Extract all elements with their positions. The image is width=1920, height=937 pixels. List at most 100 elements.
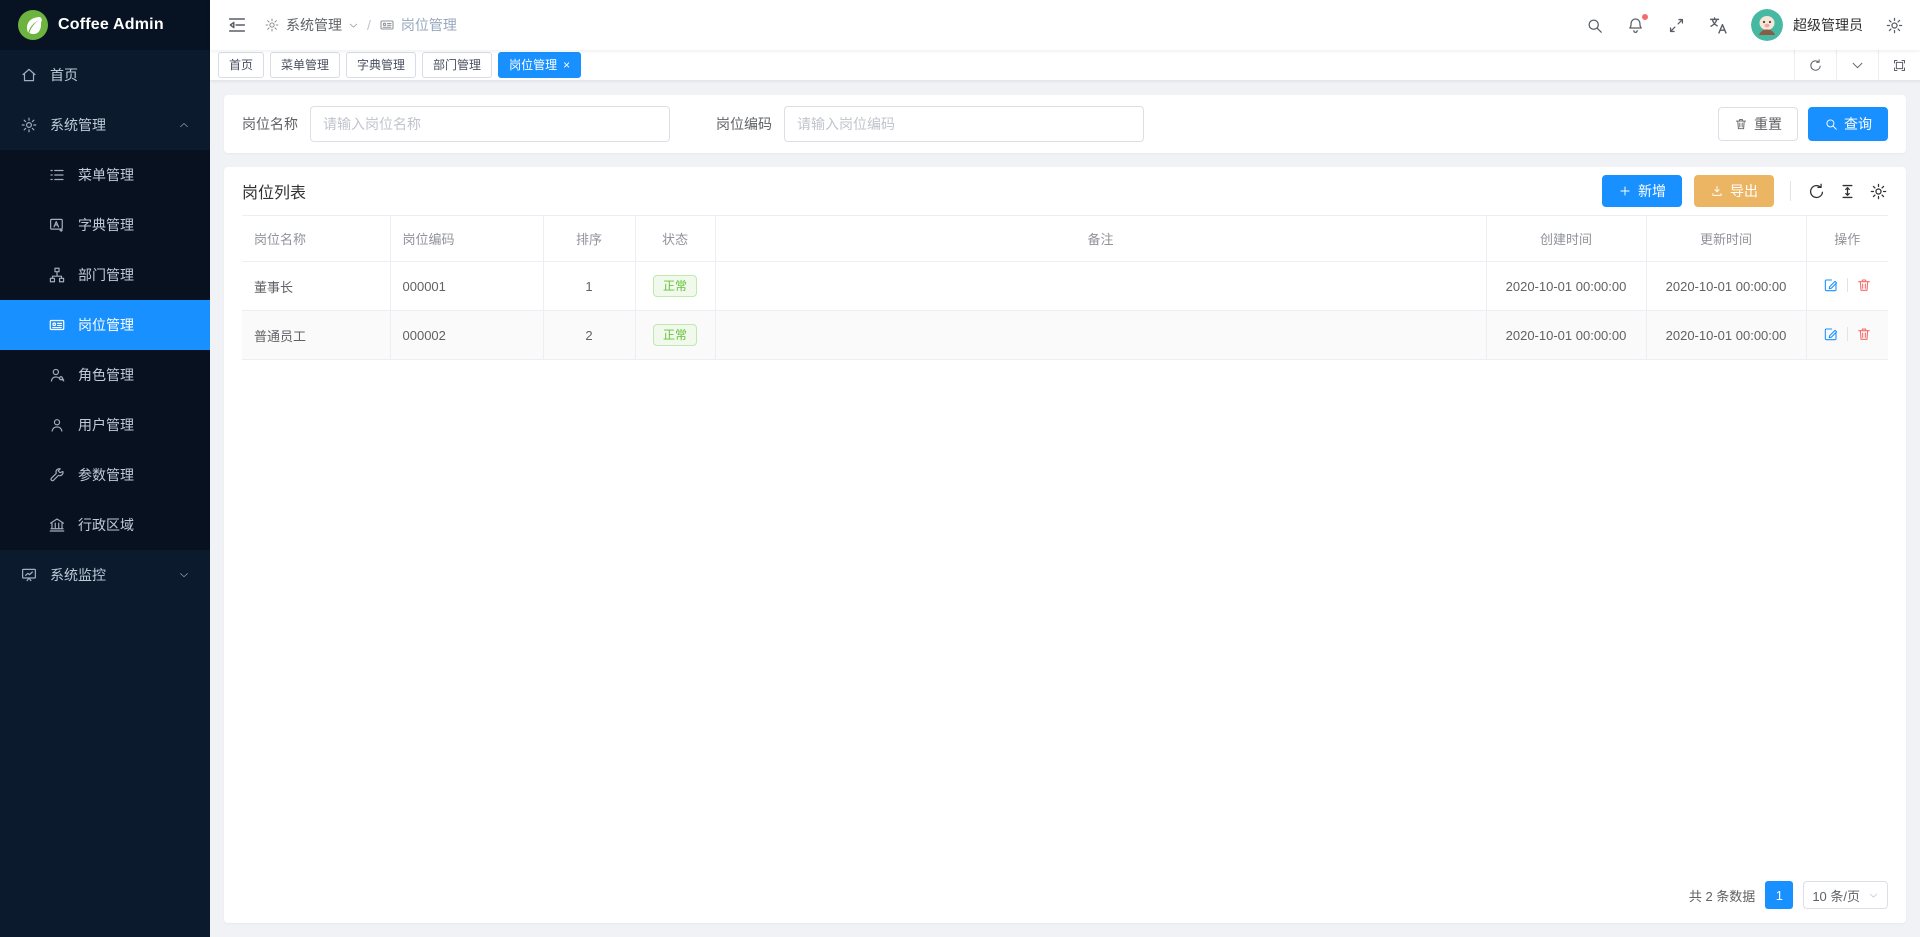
table-toolbar: 新增 导出 xyxy=(1602,175,1888,207)
cell-code: 000002 xyxy=(390,311,543,360)
col-header-actions: 操作 xyxy=(1806,216,1888,262)
breadcrumb-post-management: 岗位管理 xyxy=(379,15,457,35)
sidebar-item-admin-region[interactable]: 行政区域 xyxy=(0,500,210,550)
search-icon[interactable] xyxy=(1585,16,1604,35)
cell-status: 正常 xyxy=(635,311,715,360)
post-name-input[interactable] xyxy=(310,106,670,142)
post-code-group: 岗位编码 xyxy=(716,106,1144,142)
sidebar-item-dict-management[interactable]: 字典管理 xyxy=(0,200,210,250)
col-header-updated: 更新时间 xyxy=(1646,216,1806,262)
cell-updated: 2020-10-01 00:00:00 xyxy=(1646,262,1806,311)
tabbar-tools xyxy=(1794,50,1920,80)
add-button[interactable]: 新增 xyxy=(1602,175,1682,207)
export-button[interactable]: 导出 xyxy=(1694,175,1774,207)
tab-menu-management[interactable]: 菜单管理 xyxy=(270,52,340,78)
page-size-select[interactable]: 10 条/页 xyxy=(1803,881,1888,909)
sidebar-item-param-management[interactable]: 参数管理 xyxy=(0,450,210,500)
refresh-icon xyxy=(1808,58,1823,73)
id-badge-icon xyxy=(379,17,395,33)
close-icon[interactable]: × xyxy=(563,59,570,71)
maximize-content-button[interactable] xyxy=(1878,50,1920,80)
table-row: 董事长 000001 1 正常 2020-10-01 00:00:00 2020… xyxy=(242,262,1888,311)
tab-options-button[interactable] xyxy=(1836,50,1878,80)
sidebar-item-system-management[interactable]: 系统管理 xyxy=(0,100,210,150)
tab-dept-management[interactable]: 部门管理 xyxy=(422,52,492,78)
page-button-1[interactable]: 1 xyxy=(1765,881,1793,909)
sidebar-item-label: 用户管理 xyxy=(78,415,134,435)
search-actions: 重置 查询 xyxy=(1718,107,1888,141)
sidebar-item-user-management[interactable]: 用户管理 xyxy=(0,400,210,450)
col-header-remark: 备注 xyxy=(715,216,1486,262)
post-list-header: 岗位列表 新增 导出 xyxy=(242,167,1888,215)
search-form-card: 岗位名称 岗位编码 重置 查询 xyxy=(224,95,1906,153)
cell-actions xyxy=(1806,262,1888,311)
cell-actions xyxy=(1806,311,1888,360)
maximize-icon xyxy=(1892,58,1907,73)
tab-post-management[interactable]: 岗位管理 × xyxy=(498,52,581,78)
tab-label: 菜单管理 xyxy=(281,53,329,77)
refresh-icon[interactable] xyxy=(1807,182,1826,201)
cell-remark xyxy=(715,311,1486,360)
topbar-actions: 超级管理员 xyxy=(1585,9,1904,41)
row-height-icon[interactable] xyxy=(1838,182,1857,201)
breadcrumb-system-management[interactable]: 系统管理 xyxy=(264,15,359,35)
sidebar-item-menu-management[interactable]: 菜单管理 xyxy=(0,150,210,200)
cell-remark xyxy=(715,262,1486,311)
tab-dict-management[interactable]: 字典管理 xyxy=(346,52,416,78)
translate-icon[interactable] xyxy=(1708,15,1729,36)
query-button[interactable]: 查询 xyxy=(1808,107,1888,141)
top-bar: 系统管理 / 岗位管理 xyxy=(210,0,1920,50)
column-settings-gear-icon[interactable] xyxy=(1869,182,1888,201)
sidebar-item-post-management[interactable]: 岗位管理 xyxy=(0,300,210,350)
id-badge-icon xyxy=(48,316,66,334)
home-icon xyxy=(20,66,38,84)
sidebar-item-dept-management[interactable]: 部门管理 xyxy=(0,250,210,300)
sidebar-item-system-monitor[interactable]: 系统监控 xyxy=(0,550,210,600)
post-name-label: 岗位名称 xyxy=(242,114,298,134)
download-icon xyxy=(1710,184,1724,198)
notifications-button[interactable] xyxy=(1626,16,1645,35)
cell-status: 正常 xyxy=(635,262,715,311)
system-management-submenu: 菜单管理 字典管理 部门管理 岗位管理 角色管理 xyxy=(0,150,210,550)
settings-gear-icon[interactable] xyxy=(1885,16,1904,35)
chevron-down-icon xyxy=(1868,890,1879,901)
cell-updated: 2020-10-01 00:00:00 xyxy=(1646,311,1806,360)
app-logo[interactable]: Coffee Admin xyxy=(0,0,210,50)
sidebar-item-label: 部门管理 xyxy=(78,265,134,285)
refresh-tab-button[interactable] xyxy=(1794,50,1836,80)
main-area: 系统管理 / 岗位管理 xyxy=(210,0,1920,937)
reset-button[interactable]: 重置 xyxy=(1718,107,1798,141)
sidebar-item-label: 岗位管理 xyxy=(78,315,134,335)
post-name-group: 岗位名称 xyxy=(242,106,670,142)
cell-sort: 2 xyxy=(543,311,635,360)
spring-leaf-logo-icon xyxy=(18,10,48,40)
reset-label: 重置 xyxy=(1754,114,1782,134)
gear-icon xyxy=(20,116,38,134)
col-header-created: 创建时间 xyxy=(1486,216,1646,262)
post-code-input[interactable] xyxy=(784,106,1144,142)
cell-created: 2020-10-01 00:00:00 xyxy=(1486,262,1646,311)
fullscreen-icon[interactable] xyxy=(1667,16,1686,35)
pagination-total: 共 2 条数据 xyxy=(1689,886,1755,905)
tab-home[interactable]: 首页 xyxy=(218,52,264,78)
card-title: 岗位列表 xyxy=(242,179,306,203)
tabs: 首页 菜单管理 字典管理 部门管理 岗位管理 × xyxy=(210,52,1794,78)
app-title: Coffee Admin xyxy=(58,16,164,34)
edit-icon[interactable] xyxy=(1823,277,1839,293)
sidebar-item-home[interactable]: 首页 xyxy=(0,50,210,100)
list-icon xyxy=(48,166,66,184)
delete-icon[interactable] xyxy=(1856,277,1872,293)
wrench-icon xyxy=(48,466,66,484)
tab-label: 首页 xyxy=(229,53,253,77)
edit-icon[interactable] xyxy=(1823,326,1839,342)
page-content: 岗位名称 岗位编码 重置 查询 xyxy=(210,81,1920,937)
status-badge: 正常 xyxy=(653,275,697,297)
bank-icon xyxy=(48,516,66,534)
user-menu[interactable]: 超级管理员 xyxy=(1751,9,1863,41)
delete-icon[interactable] xyxy=(1856,326,1872,342)
tab-label: 岗位管理 xyxy=(509,53,557,77)
sidebar-collapse-icon[interactable] xyxy=(226,14,248,36)
org-chart-icon xyxy=(48,266,66,284)
sidebar-item-role-management[interactable]: 角色管理 xyxy=(0,350,210,400)
page-size-value: 10 条/页 xyxy=(1812,886,1860,905)
